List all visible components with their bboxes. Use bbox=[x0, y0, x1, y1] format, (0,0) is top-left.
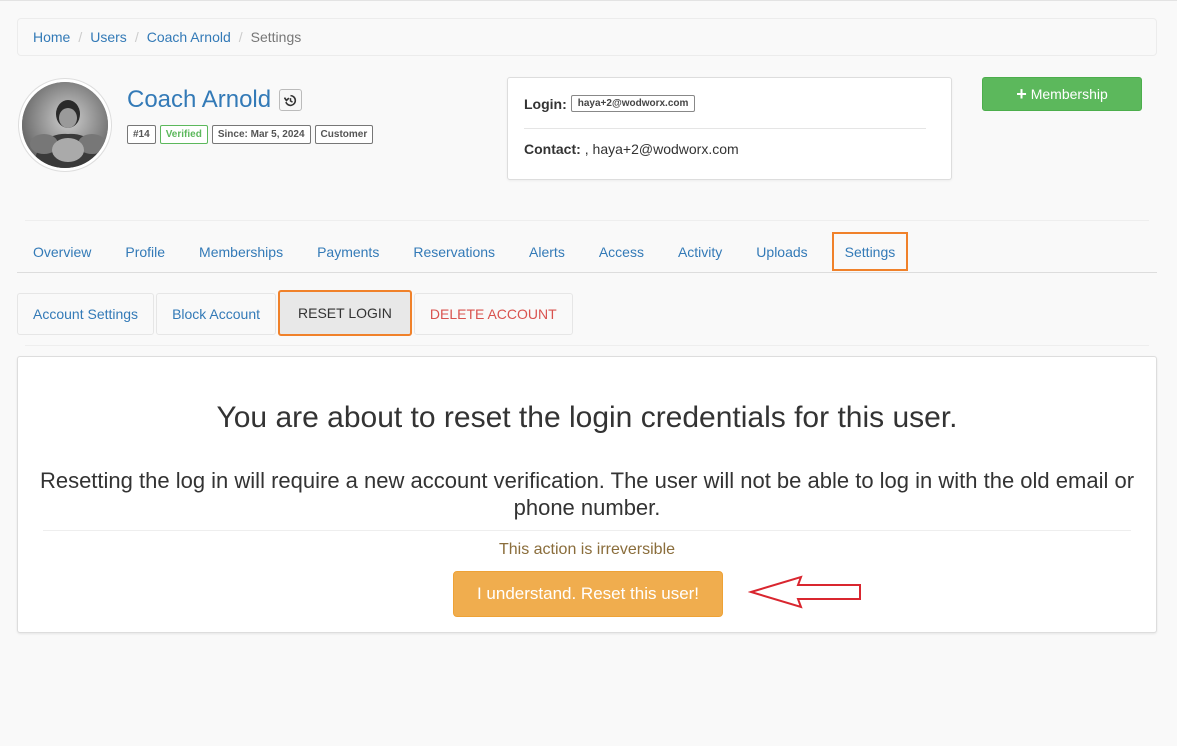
membership-button-label: Membership bbox=[1030, 86, 1108, 102]
info-divider bbox=[524, 128, 926, 129]
breadcrumb-separator: / bbox=[134, 29, 139, 45]
header-divider bbox=[25, 220, 1149, 221]
tab-overview[interactable]: Overview bbox=[17, 232, 107, 272]
subtab-delete-account[interactable]: DELETE ACCOUNT bbox=[413, 293, 573, 335]
history-icon bbox=[284, 94, 297, 106]
contact-value: , haya+2@wodworx.com bbox=[584, 141, 739, 157]
user-name: Coach Arnold bbox=[127, 86, 303, 114]
tab-access[interactable]: Access bbox=[583, 232, 660, 272]
contact-row: Contact: , haya+2@wodworx.com bbox=[524, 141, 739, 157]
reset-login-panel: You are about to reset the login credent… bbox=[17, 356, 1157, 633]
reset-description: Resetting the log in will require a new … bbox=[39, 468, 1135, 520]
subtab-reset-login[interactable]: RESET LOGIN bbox=[278, 290, 412, 336]
avatar-image bbox=[22, 82, 108, 168]
plus-icon: + bbox=[1016, 84, 1027, 104]
user-badges: #14 Verified Since: Mar 5, 2024 Customer bbox=[127, 125, 374, 144]
login-info-card: Login: haya+2@wodworx.com Contact: , hay… bbox=[507, 77, 952, 180]
contact-label: Contact: bbox=[524, 141, 581, 157]
confirm-reset-button[interactable]: I understand. Reset this user! bbox=[453, 571, 723, 617]
subtabs-divider bbox=[25, 345, 1149, 346]
panel-divider bbox=[43, 530, 1131, 531]
avatar bbox=[19, 79, 111, 171]
main-tabs: Overview Profile Memberships Payments Re… bbox=[17, 231, 1157, 273]
tab-activity[interactable]: Activity bbox=[662, 232, 738, 272]
user-name-text: Coach Arnold bbox=[127, 86, 272, 113]
irreversible-warning: This action is irreversible bbox=[498, 541, 676, 558]
breadcrumb-current: Settings bbox=[250, 29, 302, 45]
login-label: Login: bbox=[524, 95, 567, 112]
history-button[interactable] bbox=[279, 89, 303, 111]
breadcrumb-separator: / bbox=[238, 29, 243, 45]
breadcrumb-home[interactable]: Home bbox=[33, 29, 70, 45]
breadcrumb-separator: / bbox=[78, 29, 83, 45]
tab-profile[interactable]: Profile bbox=[109, 232, 181, 272]
tab-alerts[interactable]: Alerts bbox=[513, 232, 581, 272]
tab-settings[interactable]: Settings bbox=[831, 232, 909, 271]
badge-verified: Verified bbox=[159, 125, 208, 144]
tab-uploads[interactable]: Uploads bbox=[740, 232, 823, 272]
reset-heading: You are about to reset the login credent… bbox=[216, 401, 958, 434]
breadcrumb: Home / Users / Coach Arnold / Settings bbox=[17, 18, 1157, 56]
breadcrumb-user[interactable]: Coach Arnold bbox=[147, 29, 231, 45]
breadcrumb-users[interactable]: Users bbox=[90, 29, 127, 45]
badge-role: Customer bbox=[314, 125, 374, 144]
subtab-block-account[interactable]: Block Account bbox=[156, 293, 276, 335]
badge-id: #14 bbox=[127, 125, 156, 144]
left-arrow-annotation bbox=[748, 575, 861, 609]
tab-reservations[interactable]: Reservations bbox=[397, 232, 511, 272]
login-row: Login: haya+2@wodworx.com bbox=[524, 95, 696, 112]
add-membership-button[interactable]: + Membership bbox=[982, 77, 1142, 111]
subtab-account-settings[interactable]: Account Settings bbox=[17, 293, 155, 335]
tab-payments[interactable]: Payments bbox=[301, 232, 395, 272]
settings-sub-tabs: Account Settings Block Account RESET LOG… bbox=[17, 290, 575, 336]
tab-memberships[interactable]: Memberships bbox=[183, 232, 299, 272]
badge-since: Since: Mar 5, 2024 bbox=[211, 125, 311, 144]
login-value: haya+2@wodworx.com bbox=[570, 95, 696, 112]
